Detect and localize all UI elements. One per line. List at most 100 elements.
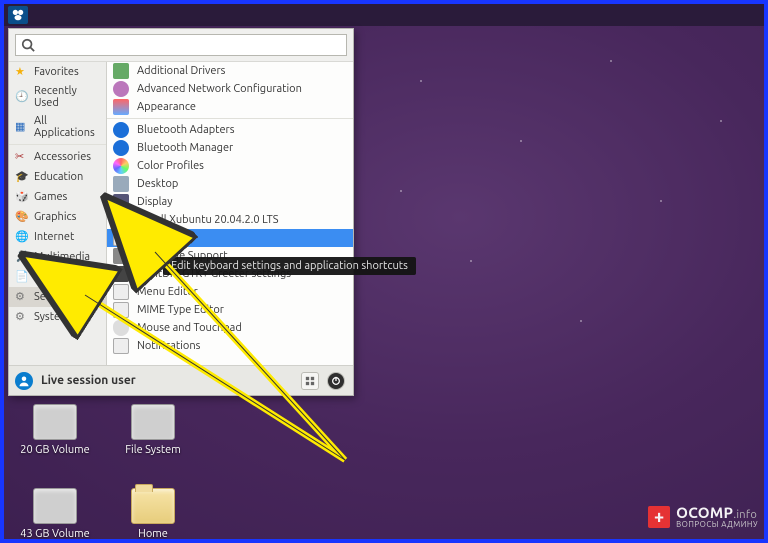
app-label: Bluetooth Adapters bbox=[137, 124, 235, 136]
desktop-icon-label: 43 GB Volume bbox=[20, 528, 89, 540]
category-education[interactable]: 🎓 Education bbox=[9, 167, 106, 187]
category-label: All Applications bbox=[34, 115, 100, 139]
watermark-plus-icon: + bbox=[648, 506, 670, 528]
greeter-icon bbox=[113, 266, 129, 282]
category-all-applications[interactable]: ▦All Applications bbox=[9, 112, 106, 142]
category-office[interactable]: 📄Office bbox=[9, 267, 106, 287]
app-mime-type-editor[interactable]: MIME Type Editor bbox=[107, 301, 353, 319]
multimedia-icon: 🎵 bbox=[15, 250, 29, 264]
settings-all-button[interactable] bbox=[301, 372, 319, 390]
app-keyboard[interactable]: Keyboard bbox=[107, 229, 353, 247]
category-system[interactable]: ⚙ System bbox=[9, 307, 106, 327]
app-label: Color Profiles bbox=[137, 160, 204, 172]
desktop-icon-label: 20 GB Volume bbox=[20, 444, 89, 456]
app-additional-drivers[interactable]: Additional Drivers bbox=[107, 62, 353, 80]
app-label: Menu Editor bbox=[137, 286, 198, 298]
app-label: Install Xubuntu 20.04.2.0 LTS bbox=[137, 214, 279, 226]
xfce-mouse-icon bbox=[11, 8, 25, 22]
app-menu-editor[interactable]: Menu Editor bbox=[107, 283, 353, 301]
category-label: Multimedia bbox=[34, 251, 90, 263]
app-mouse-and-touchpad[interactable]: Mouse and Touchpad bbox=[107, 319, 353, 337]
power-button[interactable] bbox=[327, 372, 345, 390]
system-icon: ⚙ bbox=[15, 310, 29, 324]
separator bbox=[107, 118, 353, 119]
notifications-icon bbox=[113, 338, 129, 354]
desktop-icon-label: Home bbox=[138, 528, 168, 540]
tooltip: Edit keyboard settings and application s… bbox=[163, 257, 416, 275]
appearance-icon bbox=[113, 99, 129, 115]
category-label: Settings bbox=[34, 291, 75, 303]
app-advanced-network-configuration[interactable]: Advanced Network Configuration bbox=[107, 80, 353, 98]
drive-icon bbox=[33, 404, 77, 440]
category-label: Graphics bbox=[34, 211, 76, 223]
app-label: Desktop bbox=[137, 178, 178, 190]
app-install-xubuntu[interactable]: Install Xubuntu 20.04.2.0 LTS bbox=[107, 211, 353, 229]
category-accessories[interactable]: ✂ Accessories bbox=[9, 147, 106, 167]
app-desktop[interactable]: Desktop bbox=[107, 175, 353, 193]
category-list: ★Favorites 🕘 Recently Used ▦All Applicati… bbox=[9, 62, 107, 365]
app-display[interactable]: Display bbox=[107, 193, 353, 211]
category-favorites[interactable]: ★Favorites bbox=[9, 62, 106, 82]
app-label: Display bbox=[137, 196, 173, 208]
app-label: Additional Drivers bbox=[137, 65, 225, 77]
desktop-icon-volume[interactable]: 43 GB Volume bbox=[20, 488, 90, 540]
category-games[interactable]: 🎲Games bbox=[9, 187, 106, 207]
power-icon bbox=[331, 376, 341, 386]
top-panel bbox=[4, 4, 764, 26]
category-label: Accessories bbox=[34, 151, 91, 163]
category-multimedia[interactable]: 🎵 Multimedia bbox=[9, 247, 106, 267]
category-label: Education bbox=[34, 171, 83, 183]
app-color-profiles[interactable]: Color Profiles bbox=[107, 157, 353, 175]
star-icon: ★ bbox=[15, 65, 29, 79]
color-profiles-icon bbox=[113, 158, 129, 174]
app-bluetooth-adapters[interactable]: Bluetooth Adapters bbox=[107, 121, 353, 139]
category-label: Recently Used bbox=[34, 85, 100, 109]
installer-icon bbox=[113, 212, 129, 228]
app-notifications[interactable]: Notifications bbox=[107, 337, 353, 355]
category-internet[interactable]: 🌐Internet bbox=[9, 227, 106, 247]
menu-editor-icon bbox=[113, 284, 129, 300]
app-appearance[interactable]: Appearance bbox=[107, 98, 353, 116]
whisker-menu: ★Favorites 🕘 Recently Used ▦All Applicati… bbox=[8, 28, 354, 396]
category-graphics[interactable]: 🎨 Graphics bbox=[9, 207, 106, 227]
category-recently-used[interactable]: 🕘 Recently Used bbox=[9, 82, 106, 112]
app-label: Keyboard bbox=[137, 232, 184, 244]
clock-icon: 🕘 bbox=[15, 90, 29, 104]
search-input[interactable] bbox=[15, 34, 347, 56]
education-icon: 🎓 bbox=[15, 170, 29, 184]
desktop-icon-filesystem[interactable]: File System bbox=[118, 404, 188, 456]
app-bluetooth-manager[interactable]: Bluetooth Manager bbox=[107, 139, 353, 157]
search-icon bbox=[21, 38, 35, 52]
whisker-menu-button[interactable] bbox=[8, 6, 28, 24]
search-row bbox=[9, 29, 353, 62]
watermark: + OCOMP.info ВОПРОСЫ АДМИНУ bbox=[648, 505, 758, 529]
bluetooth-icon bbox=[113, 122, 129, 138]
app-label: MIME Type Editor bbox=[137, 304, 224, 316]
graphics-icon: 🎨 bbox=[15, 210, 29, 224]
app-label: Bluetooth Manager bbox=[137, 142, 233, 154]
desktop-icon-home[interactable]: Home bbox=[118, 488, 188, 540]
network-config-icon bbox=[113, 81, 129, 97]
desktop-icon-label: File System bbox=[125, 444, 181, 456]
category-label: Games bbox=[34, 191, 67, 203]
watermark-brand: OCOMP.info bbox=[676, 505, 758, 521]
category-label: Office bbox=[34, 271, 65, 283]
category-label: System bbox=[34, 311, 70, 323]
app-label: Appearance bbox=[137, 101, 196, 113]
accessories-icon: ✂ bbox=[15, 150, 29, 164]
mouse-icon bbox=[113, 320, 129, 336]
separator bbox=[9, 144, 106, 145]
tooltip-text: Edit keyboard settings and application s… bbox=[171, 260, 408, 272]
menu-footer: Live session user bbox=[9, 365, 353, 395]
user-avatar-icon bbox=[15, 372, 33, 390]
watermark-tagline: ВОПРОСЫ АДМИНУ bbox=[676, 521, 758, 529]
category-settings[interactable]: ⚙ Settings bbox=[9, 287, 106, 307]
desktop-icon-volume[interactable]: 20 GB Volume bbox=[20, 404, 90, 456]
mime-icon bbox=[113, 302, 129, 318]
settings-icon: ⚙ bbox=[15, 290, 29, 304]
application-list: Additional Drivers Advanced Network Conf… bbox=[107, 62, 353, 365]
grid-icon bbox=[305, 376, 315, 386]
app-label: Advanced Network Configuration bbox=[137, 83, 302, 95]
folder-icon bbox=[131, 488, 175, 524]
drivers-icon bbox=[113, 63, 129, 79]
